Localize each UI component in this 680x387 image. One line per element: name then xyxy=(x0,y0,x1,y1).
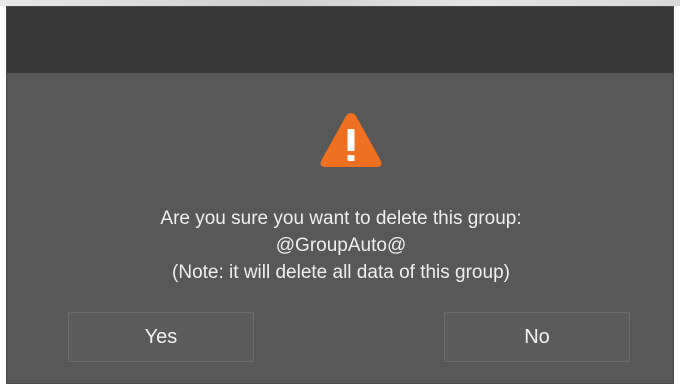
message-note: (Note: it will delete all data of this g… xyxy=(172,262,510,283)
screenshot-frame: Are you sure you want to delete this gro… xyxy=(0,0,680,387)
yes-button[interactable]: Yes xyxy=(68,312,254,362)
delete-group-dialog: Are you sure you want to delete this gro… xyxy=(6,6,674,384)
message-group-name: @GroupAuto@ xyxy=(275,235,407,256)
message-question: Are you sure you want to delete this gro… xyxy=(160,208,522,229)
dialog-message: Are you sure you want to delete this gro… xyxy=(7,205,675,286)
warning-icon xyxy=(320,113,382,167)
dialog-titlebar[interactable] xyxy=(7,7,673,73)
no-button[interactable]: No xyxy=(444,312,630,362)
